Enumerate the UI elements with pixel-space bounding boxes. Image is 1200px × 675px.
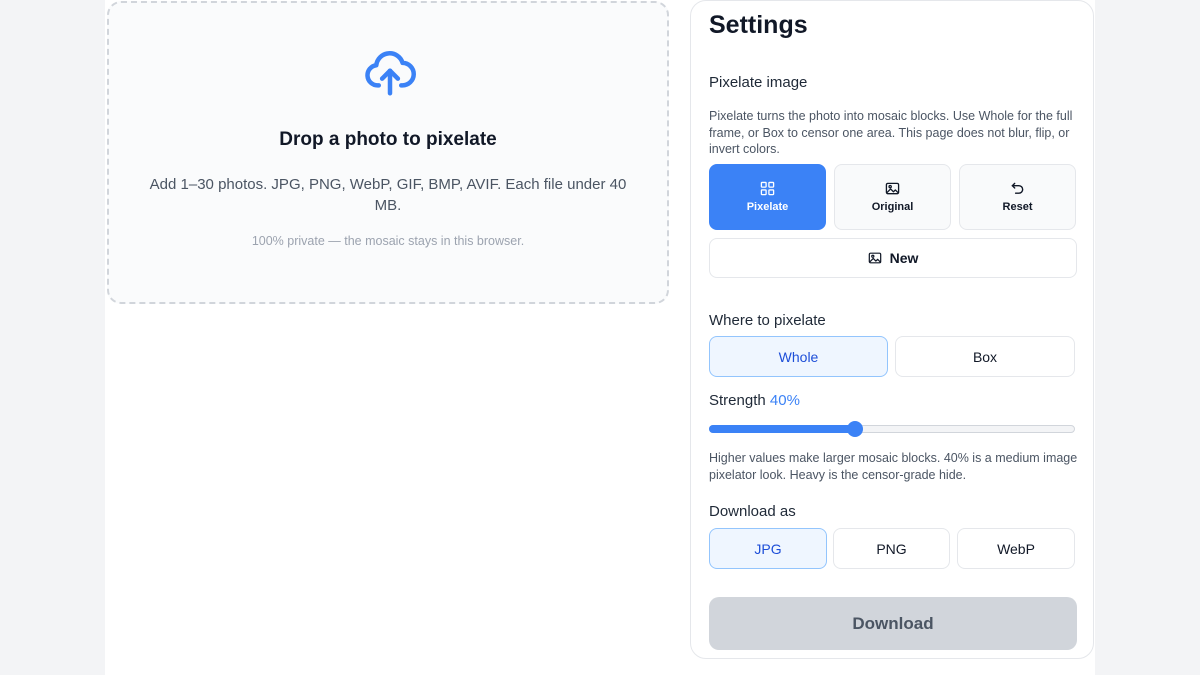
format-png[interactable]: PNG <box>833 528 950 569</box>
original-button[interactable]: Original <box>834 164 951 230</box>
reset-button-label: Reset <box>1002 201 1033 213</box>
strength-label-text: Strength <box>709 392 766 409</box>
settings-title: Settings <box>709 11 808 39</box>
strength-help-text: Higher values make larger mosaic blocks.… <box>709 451 1078 482</box>
original-button-label: Original <box>871 201 914 213</box>
undo-icon <box>1011 182 1024 194</box>
pixelate-button[interactable]: Pixelate <box>709 164 826 230</box>
dropzone[interactable]: Drop a photo to pixelate Add 1–30 photos… <box>107 1 669 304</box>
format-webp[interactable]: WebP <box>957 528 1075 569</box>
mode-help-text: Pixelate turns the photo into mosaic blo… <box>709 109 1073 156</box>
slider-fill <box>709 425 856 433</box>
strength-value: 40% <box>769 392 800 409</box>
download-as-label: Download as <box>709 503 796 520</box>
box-option[interactable]: Box <box>895 336 1075 377</box>
format-jpg[interactable]: JPG <box>709 528 827 569</box>
image-icon <box>868 252 881 264</box>
mode-label: Pixelate image <box>709 74 808 91</box>
new-button-label: New <box>889 250 919 266</box>
download-button[interactable]: Download <box>709 597 1077 650</box>
reset-button[interactable]: Reset <box>959 164 1076 230</box>
image-icon <box>885 182 900 195</box>
cloud-upload-icon <box>365 51 416 96</box>
strength-slider[interactable] <box>709 421 1075 437</box>
new-button[interactable]: New <box>709 238 1077 278</box>
dropzone-description: Add 1–30 photos. JPG, PNG, WebP, GIF, BM… <box>149 176 627 214</box>
whole-option[interactable]: Whole <box>709 336 888 377</box>
strength-label: Strength 40% <box>709 392 800 409</box>
grid-icon <box>760 181 775 196</box>
pixelate-button-label: Pixelate <box>746 201 789 213</box>
privacy-note: 100% private — the mosaic stays in this … <box>251 234 525 248</box>
where-label: Where to pixelate <box>709 312 826 329</box>
slider-thumb[interactable] <box>847 421 864 437</box>
dropzone-title: Drop a photo to pixelate <box>279 129 497 150</box>
settings-panel: Settings Pixelate image Pixelate turns t… <box>690 0 1094 659</box>
